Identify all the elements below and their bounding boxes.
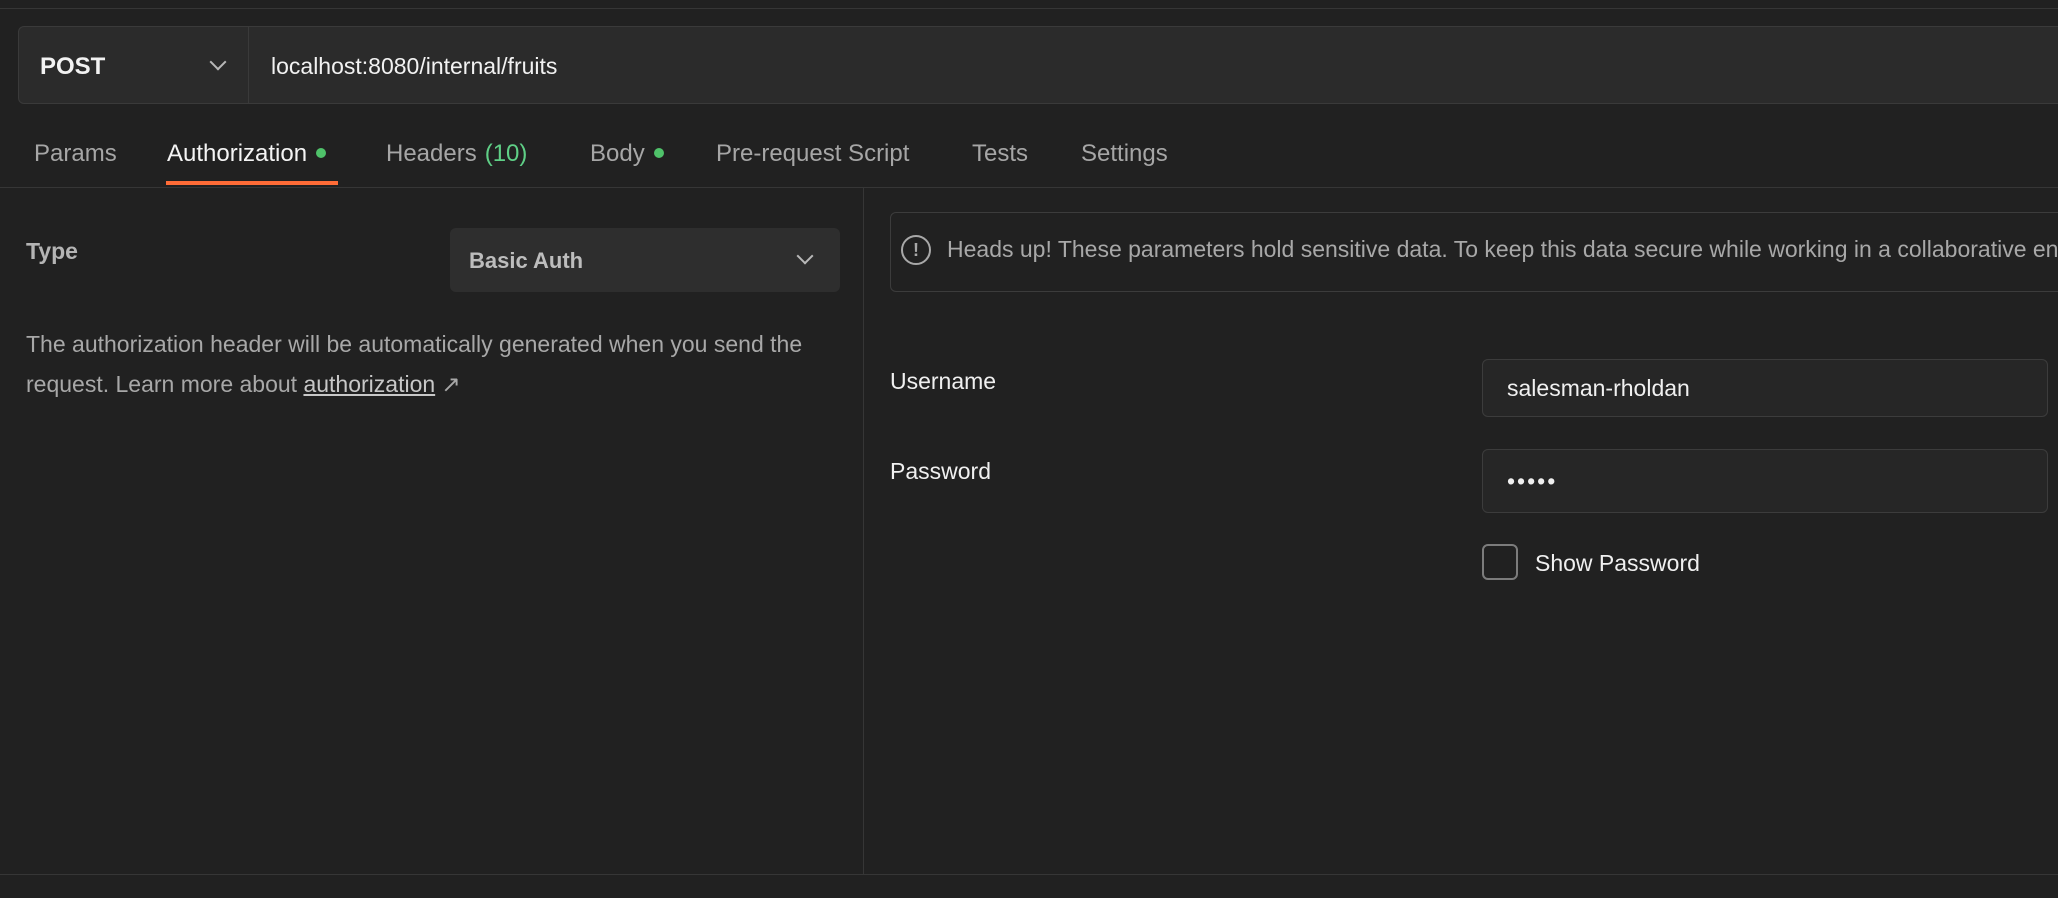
status-dot xyxy=(316,147,327,158)
auth-type-value: Basic Auth xyxy=(469,248,584,273)
active-tab-indicator xyxy=(166,181,338,185)
notice-text: Heads up! These parameters hold sensitiv… xyxy=(947,236,2058,262)
top-strip xyxy=(0,0,2058,9)
show-password-label[interactable]: Show Password xyxy=(1535,550,1700,577)
info-icon: ! xyxy=(901,235,931,265)
auth-type-panel: Type Basic Auth The authorization header… xyxy=(0,188,864,874)
tab-settings[interactable]: Settings xyxy=(1081,140,1168,186)
tab-headers[interactable]: Headers (10) xyxy=(386,140,527,186)
auth-type-label: Type xyxy=(26,238,78,264)
external-link-icon: ↗ xyxy=(441,371,461,397)
password-label: Password xyxy=(890,458,991,484)
tab-pre-request-script-label: Pre-request Script xyxy=(716,140,910,167)
tab-headers-label: Headers xyxy=(386,140,477,167)
tab-params-label: Params xyxy=(34,140,117,167)
username-field[interactable] xyxy=(1482,359,2048,417)
username-label: Username xyxy=(890,368,997,394)
auth-description: The authorization header will be automat… xyxy=(26,324,846,404)
tab-authorization-label: Authorization xyxy=(167,140,308,167)
url-input[interactable] xyxy=(271,51,2058,81)
bottom-divider xyxy=(0,874,2058,875)
tab-authorization[interactable]: Authorization xyxy=(167,140,327,186)
tab-pre-request-script[interactable]: Pre-request Script xyxy=(716,140,909,186)
tab-body-label: Body xyxy=(590,140,645,167)
chevron-down-icon xyxy=(796,247,814,265)
sensitive-data-notice: ! Heads up! These parameters hold sensit… xyxy=(890,212,2058,292)
password-field[interactable] xyxy=(1482,449,2048,513)
show-password-checkbox[interactable] xyxy=(1482,544,1518,580)
request-bar: POST xyxy=(18,26,2058,104)
auth-details-panel: ! Heads up! These parameters hold sensit… xyxy=(864,188,2058,874)
request-tabs: Params Authorization Headers (10) Body Pr… xyxy=(0,126,2058,188)
tab-settings-label: Settings xyxy=(1081,140,1168,167)
headers-count: (10) xyxy=(484,140,528,167)
tab-tests[interactable]: Tests xyxy=(972,140,1028,186)
authorization-link[interactable]: authorization xyxy=(303,371,435,397)
status-dot xyxy=(653,147,664,158)
tab-tests-label: Tests xyxy=(972,140,1029,167)
auth-type-select[interactable]: Basic Auth xyxy=(450,228,840,292)
method-label: POST xyxy=(40,53,106,80)
tab-params[interactable]: Params xyxy=(34,140,117,186)
tab-body[interactable]: Body xyxy=(590,140,664,186)
method-select[interactable]: POST xyxy=(19,27,249,103)
chevron-down-icon xyxy=(209,53,227,71)
